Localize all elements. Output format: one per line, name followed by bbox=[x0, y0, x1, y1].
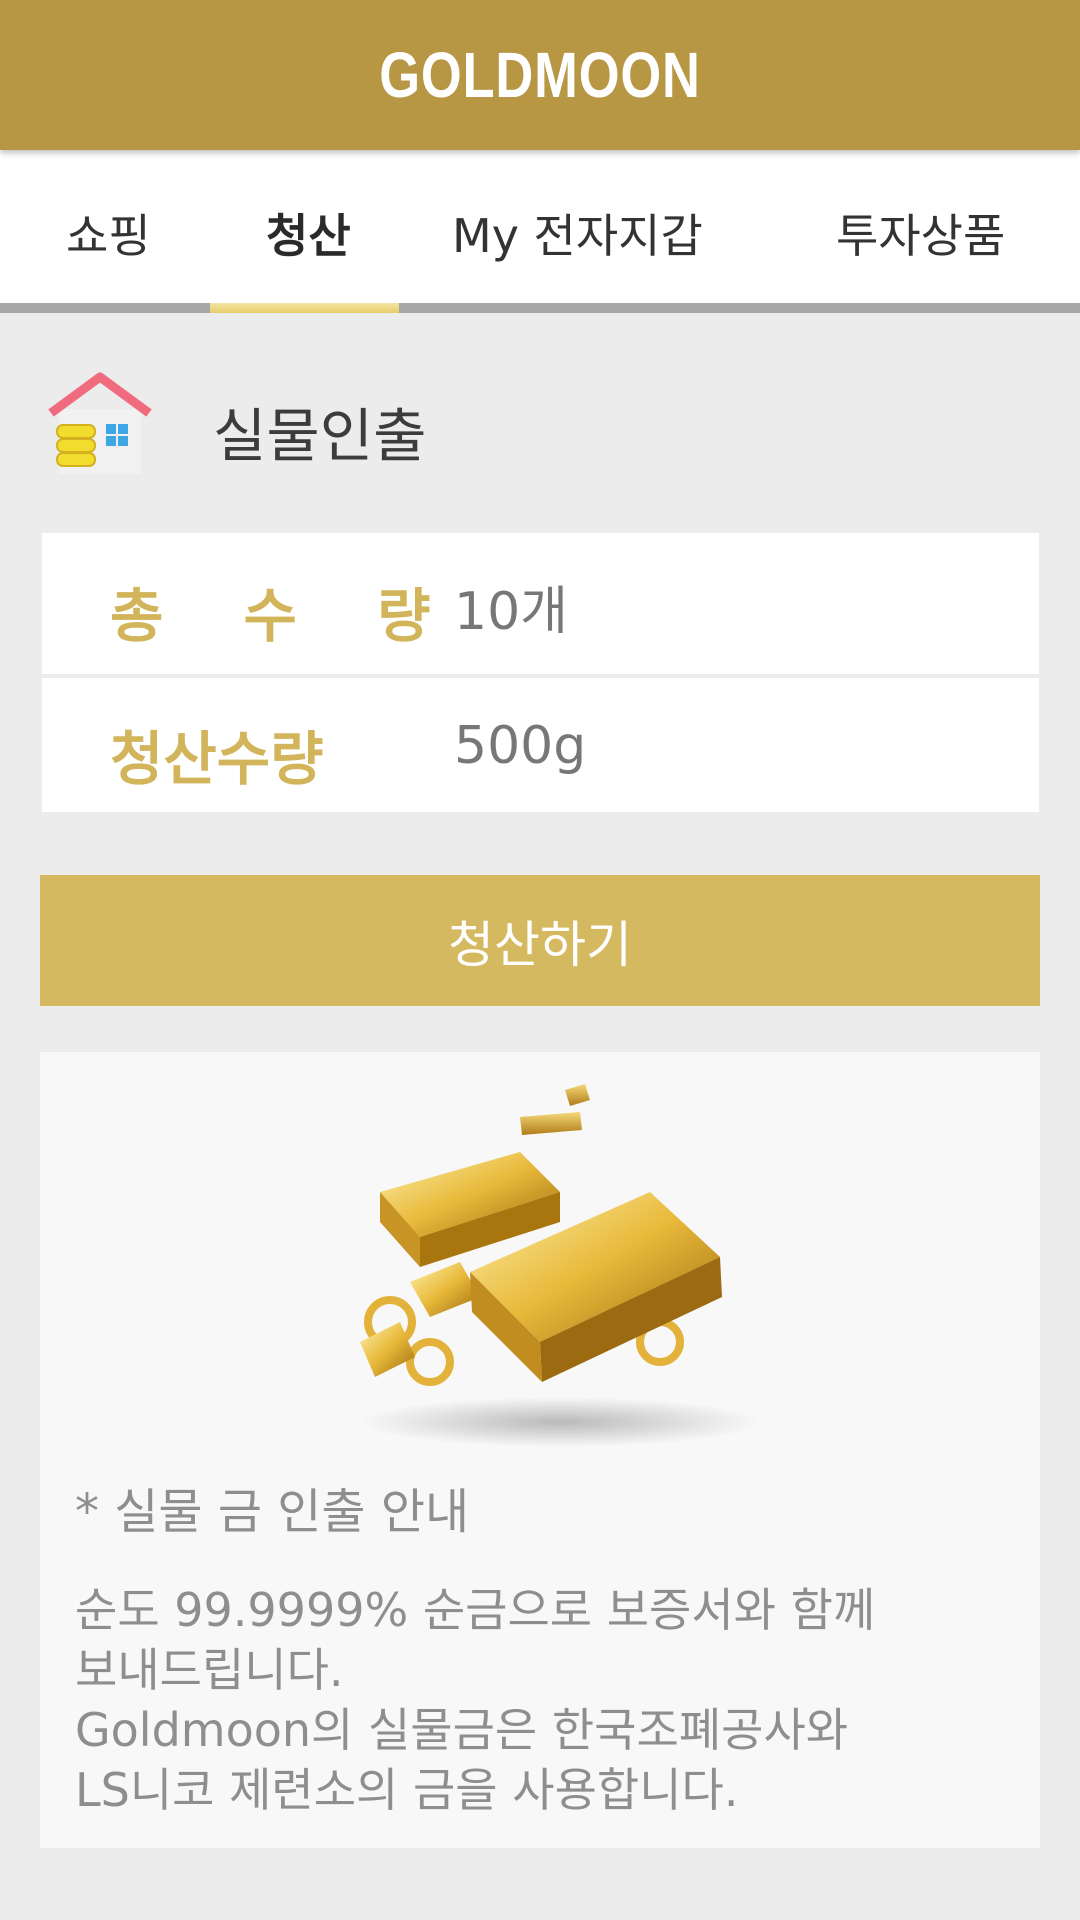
notice-line: LS니코 제련소의 금을 사용합니다. bbox=[75, 1763, 739, 1817]
house-gold-icon bbox=[48, 372, 152, 474]
active-tab-indicator bbox=[210, 303, 399, 313]
tab-investment-products[interactable]: 투자상품 bbox=[836, 200, 1005, 266]
tab-divider bbox=[0, 303, 1080, 313]
notice-body: 순도 99.9999% 순금으로 보증서와 함께 보내드립니다. Goldmoo… bbox=[75, 1580, 1005, 1820]
settlement-quantity-row: 청산수량 500g bbox=[42, 678, 1039, 812]
summary-table: 총 수 량 10개 청산수량 500g bbox=[42, 533, 1039, 812]
goldmoon-logo[interactable]: GOLDMOON bbox=[379, 38, 700, 112]
settlement-quantity-value: 500g bbox=[454, 716, 587, 776]
section-header: 실물인출 bbox=[45, 365, 645, 475]
tab-bar: 쇼핑 청산 My 전자지갑 투자상품 bbox=[0, 150, 1080, 305]
notice-line: 보내드립니다. bbox=[75, 1643, 344, 1697]
settle-button[interactable]: 청산하기 bbox=[40, 875, 1040, 1006]
notice-line: 순도 99.9999% 순금으로 보증서와 함께 bbox=[75, 1583, 876, 1637]
page-title: 실물인출 bbox=[213, 402, 427, 470]
app-header: GOLDMOON bbox=[0, 0, 1080, 150]
total-quantity-label: 총 수 량 bbox=[110, 582, 461, 650]
tab-settlement[interactable]: 청산 bbox=[266, 200, 351, 266]
notice-line: Goldmoon의 실물금은 한국조폐공사와 bbox=[75, 1703, 849, 1757]
withdrawal-notice: * 실물 금 인출 안내 순도 99.9999% 순금으로 보증서와 함께 보내… bbox=[40, 1052, 1040, 1848]
gold-bars-icon bbox=[360, 1084, 760, 1447]
total-quantity-row: 총 수 량 10개 bbox=[42, 533, 1039, 674]
notice-heading: * 실물 금 인출 안내 bbox=[75, 1484, 470, 1540]
total-quantity-value: 10개 bbox=[454, 582, 569, 642]
tab-my-wallet[interactable]: My 전자지갑 bbox=[452, 200, 703, 266]
tab-shopping[interactable]: 쇼핑 bbox=[66, 200, 151, 266]
settlement-quantity-label: 청산수량 bbox=[110, 725, 324, 793]
